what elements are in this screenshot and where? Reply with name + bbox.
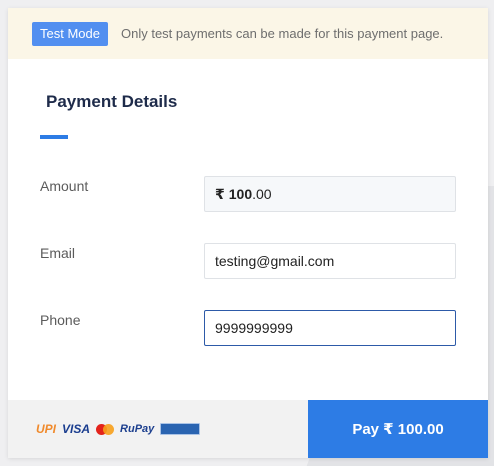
upi-logo-icon: UPI — [36, 422, 57, 436]
amount-whole: 100 — [228, 186, 253, 202]
visa-logo-icon: VISA — [62, 422, 91, 436]
email-field[interactable]: testing@gmail.com — [204, 243, 456, 279]
test-mode-badge: Test Mode — [32, 21, 108, 46]
rupay-logo-icon: RuPay — [120, 423, 155, 435]
email-label: Email — [40, 245, 76, 261]
payment-methods-logos: UPI VISA RuPay — [8, 400, 308, 458]
section-title: Payment Details — [46, 92, 178, 111]
email-value: testing@gmail.com — [215, 253, 335, 269]
card-footer: UPI VISA RuPay Pay ₹ 100.00 — [8, 400, 488, 458]
amount-label: Amount — [40, 178, 89, 194]
phone-field[interactable]: 9999999999 — [204, 310, 456, 346]
mastercard-logo-icon — [96, 423, 115, 435]
netbanking-logo-icon — [160, 423, 201, 435]
payment-card: Test Mode Only test payments can be made… — [8, 8, 488, 458]
phone-value: 9999999999 — [215, 320, 293, 336]
test-mode-message: Only test payments can be made for this … — [120, 26, 444, 41]
rupee-icon: ₹ — [215, 185, 225, 202]
title-underline — [40, 135, 68, 139]
pay-button[interactable]: Pay ₹ 100.00 — [308, 400, 488, 458]
amount-field: ₹ 100 .00 — [204, 176, 456, 212]
test-mode-banner: Test Mode Only test payments can be made… — [8, 8, 488, 59]
phone-label: Phone — [40, 312, 81, 328]
amount-decimal: .00 — [252, 186, 272, 202]
